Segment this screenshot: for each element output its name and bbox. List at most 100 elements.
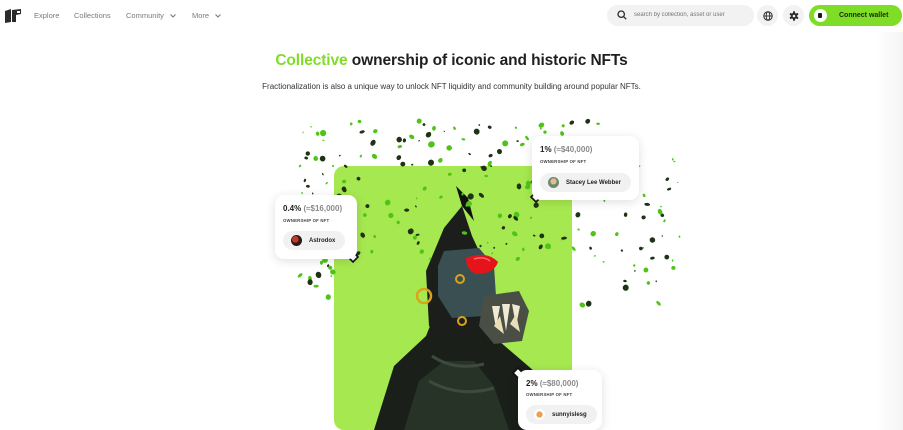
confetti-particle bbox=[396, 155, 402, 161]
ownership-label: OWNERSHIP OF NFT bbox=[283, 218, 330, 223]
confetti-particle bbox=[325, 182, 328, 185]
ownership-percent: 0.4% (≈$16,000) bbox=[283, 204, 342, 213]
confetti-particle bbox=[585, 300, 592, 307]
ownership-card[interactable]: 1% (≈$40,000) OWNERSHIP OF NFT Stacey Le… bbox=[532, 136, 639, 200]
ownership-label: OWNERSHIP OF NFT bbox=[540, 159, 587, 164]
confetti-particle bbox=[407, 228, 414, 235]
confetti-particle bbox=[676, 181, 679, 184]
usd-value: (≈$16,000) bbox=[303, 204, 343, 213]
confetti-particle bbox=[461, 231, 468, 235]
confetti-particle bbox=[425, 131, 432, 138]
confetti-particle bbox=[315, 271, 322, 279]
confetti-particle bbox=[663, 219, 666, 223]
confetti-particle bbox=[620, 249, 624, 252]
confetti-particle bbox=[579, 302, 586, 308]
confetti-particle bbox=[650, 256, 655, 260]
confetti-particle bbox=[671, 259, 674, 262]
confetti-particle bbox=[646, 281, 651, 285]
confetti-particle bbox=[501, 226, 506, 230]
confetti-particle bbox=[522, 247, 525, 252]
ownership-card[interactable]: 0.4% (≈$16,000) OWNERSHIP OF NFT Astrodo… bbox=[275, 195, 357, 259]
confetti-particle bbox=[487, 125, 492, 129]
confetti-particle bbox=[511, 231, 518, 237]
confetti-particle bbox=[298, 164, 302, 168]
confetti-particle bbox=[543, 130, 547, 134]
confetti-particle bbox=[404, 208, 410, 212]
confetti-particle bbox=[585, 118, 591, 124]
usd-value: (≈$40,000) bbox=[553, 145, 593, 154]
ownership-percent: 1% (≈$40,000) bbox=[540, 145, 592, 154]
confetti-particle bbox=[342, 179, 347, 184]
confetti-particle bbox=[359, 130, 365, 134]
avatar bbox=[548, 177, 559, 188]
confetti-particle bbox=[330, 275, 332, 278]
confetti-particle bbox=[360, 232, 366, 238]
confetti-particle bbox=[590, 231, 596, 237]
confetti-particle bbox=[365, 204, 370, 209]
confetti-particle bbox=[307, 279, 313, 286]
owner-name: Astrodox bbox=[309, 237, 336, 244]
confetti-particle bbox=[363, 213, 367, 217]
confetti-particle bbox=[411, 163, 414, 166]
confetti-particle bbox=[678, 235, 681, 238]
confetti-particle bbox=[538, 244, 543, 250]
confetti-particle bbox=[419, 249, 424, 254]
ownership-card[interactable]: 2% (≈$80,000) OWNERSHIP OF NFT sunnyisle… bbox=[518, 370, 602, 430]
confetti-particle bbox=[502, 140, 509, 147]
confetti-particle bbox=[545, 243, 551, 250]
confetti-particle bbox=[623, 279, 627, 283]
percent-value: 1% bbox=[540, 145, 552, 154]
confetti-particle bbox=[343, 164, 348, 168]
owner-chip[interactable]: sunnyislesg bbox=[526, 405, 597, 424]
percent-value: 2% bbox=[526, 379, 538, 388]
confetti-particle bbox=[593, 255, 596, 257]
percent-value: 0.4% bbox=[283, 204, 302, 213]
confetti-particle bbox=[415, 233, 420, 236]
nft-showcase: 0.4% (≈$16,000) OWNERSHIP OF NFT Astrodo… bbox=[0, 0, 903, 430]
confetti-particle bbox=[505, 242, 508, 245]
confetti-particle bbox=[325, 294, 331, 300]
confetti-particle bbox=[642, 193, 646, 198]
confetti-particle bbox=[577, 228, 580, 231]
confetti-particle bbox=[416, 241, 420, 245]
confetti-particle bbox=[468, 152, 471, 156]
confetti-particle bbox=[473, 128, 480, 135]
confetti-particle bbox=[302, 131, 304, 134]
confetti-particle bbox=[649, 237, 656, 243]
confetti-particle bbox=[639, 246, 643, 251]
confetti-particle bbox=[589, 246, 592, 250]
confetti-particle bbox=[671, 158, 674, 161]
confetti-particle bbox=[422, 123, 426, 127]
confetti-particle bbox=[538, 122, 545, 128]
confetti-particle bbox=[313, 156, 319, 161]
confetti-particle bbox=[515, 256, 520, 261]
usd-value: (≈$80,000) bbox=[539, 379, 579, 388]
confetti-particle bbox=[388, 212, 394, 219]
confetti-particle bbox=[615, 232, 619, 237]
confetti-particle bbox=[414, 205, 417, 208]
owner-name: sunnyislesg bbox=[552, 411, 587, 418]
confetti-particle bbox=[453, 126, 456, 131]
confetti-particle bbox=[478, 192, 485, 198]
confetti-particle bbox=[315, 131, 320, 136]
ownership-label: OWNERSHIP OF NFT bbox=[526, 392, 573, 397]
confetti-particle bbox=[438, 158, 443, 163]
avatar bbox=[291, 235, 302, 246]
owner-chip[interactable]: Astrodox bbox=[283, 231, 346, 250]
owner-chip[interactable]: Stacey Lee Webber bbox=[540, 173, 631, 192]
ownership-percent: 2% (≈$80,000) bbox=[526, 379, 578, 388]
confetti-particle bbox=[396, 136, 402, 143]
confetti-particle bbox=[497, 213, 503, 219]
confetti-particle bbox=[415, 197, 418, 200]
confetti-particle bbox=[332, 164, 335, 168]
confetti-particle bbox=[428, 141, 435, 148]
confetti-particle bbox=[496, 149, 503, 155]
confetti-particle bbox=[359, 154, 362, 158]
confetti-particle bbox=[306, 184, 310, 188]
confetti-particle bbox=[371, 153, 378, 159]
confetti-particle bbox=[666, 187, 672, 191]
confetti-particle bbox=[484, 174, 489, 178]
confetti-particle bbox=[304, 156, 309, 160]
confetti-particle bbox=[673, 160, 676, 163]
confetti-particle bbox=[661, 235, 664, 237]
